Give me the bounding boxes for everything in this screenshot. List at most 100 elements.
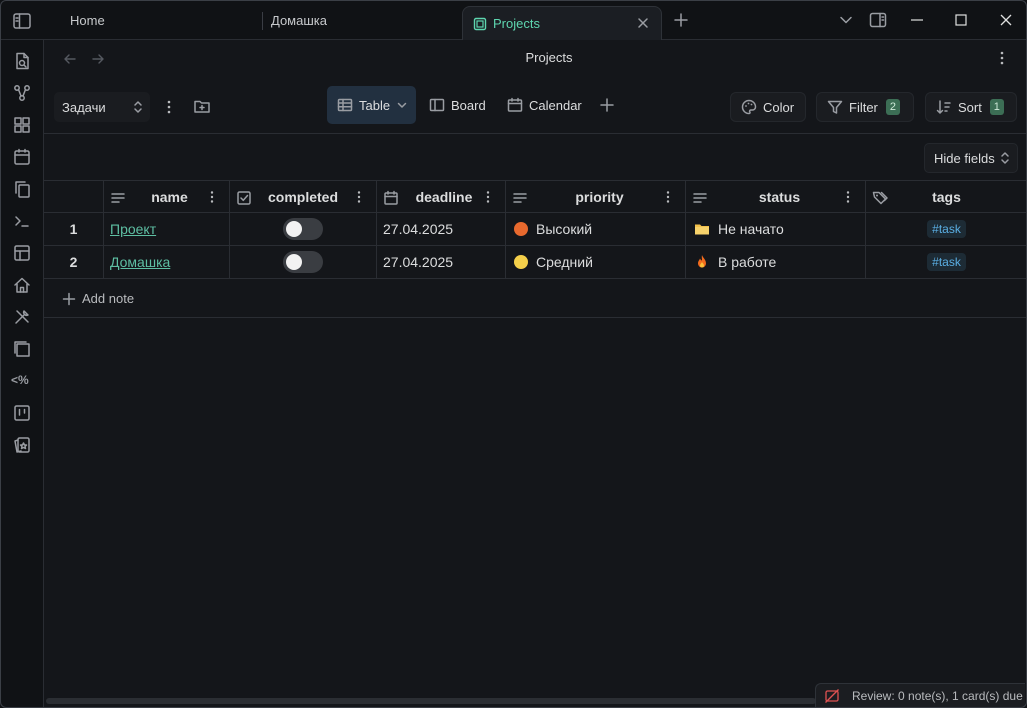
sidebar-toggle-icon[interactable] (12, 11, 32, 31)
name-cell[interactable]: Проект (104, 213, 230, 245)
layout-icon[interactable] (12, 243, 32, 263)
close-window-icon[interactable] (997, 11, 1015, 29)
new-tab-icon[interactable] (673, 12, 689, 28)
sort-button[interactable]: Sort 1 (925, 92, 1017, 122)
maximize-icon[interactable] (952, 11, 970, 29)
tab-home[interactable]: Home (70, 0, 260, 40)
tags-icon (872, 190, 888, 206)
column-header-completed[interactable]: completed (230, 181, 377, 213)
column-menu-icon[interactable] (205, 190, 219, 204)
column-header-status[interactable]: status (686, 181, 866, 213)
view-calendar-button[interactable]: Calendar (507, 86, 597, 124)
priority-cell[interactable]: Средний (506, 246, 686, 278)
color-label: Color (763, 99, 795, 115)
note-link[interactable]: Проект (110, 221, 156, 237)
copy-files-icon[interactable] (12, 179, 32, 199)
column-header-tags[interactable]: tags (866, 181, 1027, 213)
column-menu-icon[interactable] (841, 190, 855, 204)
calendar-icon[interactable] (12, 147, 32, 167)
tab-list-chevron-icon[interactable] (837, 11, 855, 29)
home-icon[interactable] (12, 275, 32, 295)
tag-pill[interactable]: #task (927, 253, 966, 271)
toolbar-divider (44, 133, 1027, 134)
completed-cell[interactable] (230, 246, 377, 278)
board-icon (429, 97, 445, 113)
tools-icon[interactable] (12, 307, 32, 327)
tag-pill[interactable]: #task (927, 220, 966, 238)
tab-projects[interactable]: Projects (462, 6, 662, 40)
text-lines-icon (512, 190, 528, 206)
tags-cell[interactable]: #task (866, 246, 1027, 278)
column-name-label: name (151, 189, 188, 205)
updown-chevron-icon (999, 151, 1011, 165)
close-tab-icon[interactable] (635, 15, 651, 31)
view-table-button[interactable]: Table (327, 86, 416, 124)
add-view-icon[interactable] (599, 97, 615, 113)
base-menu-icon[interactable] (160, 98, 178, 116)
add-note-label: Add note (82, 291, 135, 306)
column-menu-icon[interactable] (661, 190, 675, 204)
deadline-cell[interactable]: 27.04.2025 (377, 213, 506, 245)
dashboard-icon[interactable] (12, 115, 32, 135)
base-file-icon (473, 17, 487, 31)
priority-cell[interactable]: Высокий (506, 213, 686, 245)
base-select[interactable]: Задачи (54, 92, 150, 122)
add-note-button[interactable]: Add note (44, 280, 1027, 318)
status-cell[interactable]: В работе (686, 246, 866, 278)
column-header-name[interactable]: name (104, 181, 230, 213)
sort-count-badge: 1 (989, 99, 1004, 115)
status-cell[interactable]: Не начато (686, 213, 866, 245)
name-cell[interactable]: Домашка (104, 246, 230, 278)
bases-toolbar: Задачи Table Board Calendar Color Filter… (44, 86, 1027, 134)
view-board-button[interactable]: Board (429, 86, 499, 124)
completed-toggle[interactable] (283, 251, 323, 273)
row-index: 2 (44, 246, 104, 278)
title-bar: Home Домашка Projects (0, 0, 1027, 40)
notes-table: name completed deadline priority status (44, 180, 1027, 279)
column-header-priority[interactable]: priority (506, 181, 686, 213)
completed-cell[interactable] (230, 213, 377, 245)
status-value: Не начато (718, 221, 784, 237)
tab-domashka[interactable]: Домашка (271, 0, 456, 40)
deadline-cell[interactable]: 27.04.2025 (377, 246, 506, 278)
left-ribbon: <% (0, 40, 44, 708)
note-link[interactable]: Домашка (110, 254, 170, 270)
new-folder-icon[interactable] (193, 97, 211, 115)
row-index: 1 (44, 213, 104, 245)
view-board-label: Board (451, 97, 486, 113)
completed-toggle[interactable] (283, 218, 323, 240)
open-quick-switcher-icon[interactable] (12, 51, 32, 71)
palette-icon (741, 99, 757, 115)
color-button[interactable]: Color (730, 92, 806, 122)
terminal-icon[interactable] (12, 211, 32, 231)
filter-icon (827, 99, 843, 115)
flashcard-review-icon[interactable] (824, 688, 840, 704)
filter-button[interactable]: Filter 2 (816, 92, 914, 122)
more-options-icon[interactable] (994, 50, 1010, 66)
graph-view-icon[interactable] (12, 83, 32, 103)
templater-icon[interactable]: <% (11, 373, 29, 387)
column-menu-icon[interactable] (352, 190, 366, 204)
review-status-text[interactable]: Review: 0 note(s), 1 card(s) due (852, 689, 1023, 703)
plus-icon (62, 292, 76, 306)
kanban-icon[interactable] (12, 403, 32, 423)
hide-fields-label: Hide fields (934, 150, 995, 166)
sort-icon (936, 99, 952, 115)
table-header-row: name completed deadline priority status (44, 180, 1027, 213)
table-row: 1 Проект 27.04.2025 Высокий Не начато #t… (44, 213, 1027, 246)
gallery-icon[interactable] (12, 339, 32, 359)
minimize-icon[interactable] (908, 11, 926, 29)
table-icon (337, 97, 353, 113)
tags-cell[interactable]: #task (866, 213, 1027, 245)
index-column-header (44, 181, 104, 213)
base-select-value: Задачи (62, 99, 106, 115)
tab-domashka-label: Домашка (271, 12, 327, 28)
calendar-icon (383, 190, 399, 206)
flashcards-icon[interactable] (12, 435, 32, 455)
column-header-deadline[interactable]: deadline (377, 181, 506, 213)
right-sidebar-toggle-icon[interactable] (869, 11, 887, 29)
hide-fields-select[interactable]: Hide fields (924, 143, 1018, 173)
horizontal-scrollbar[interactable] (46, 698, 816, 704)
column-menu-icon[interactable] (481, 190, 495, 204)
text-lines-icon (692, 190, 708, 206)
